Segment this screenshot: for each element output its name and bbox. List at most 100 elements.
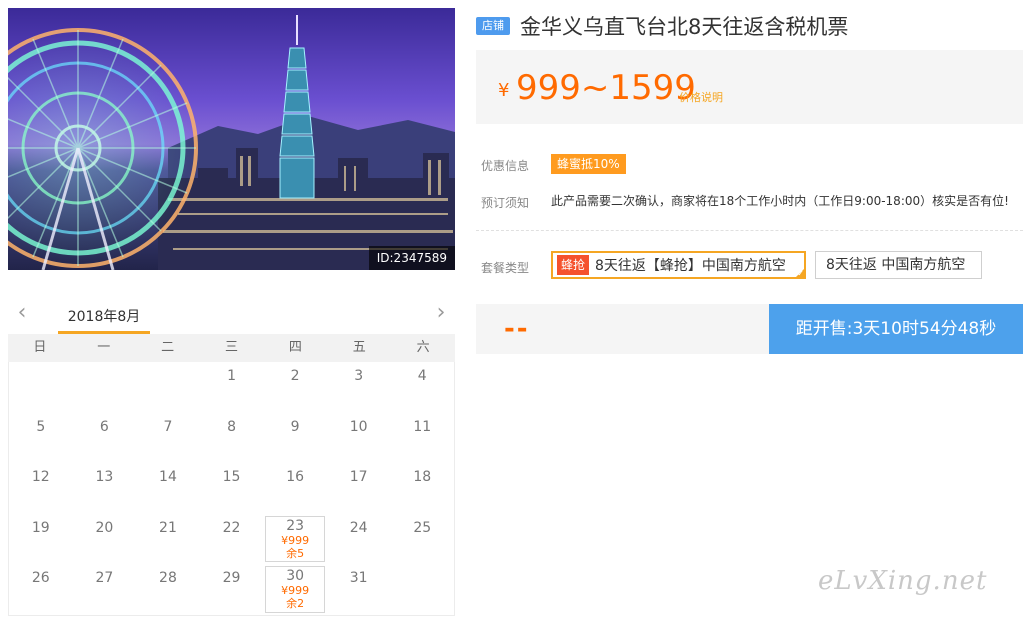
day-number: 5	[36, 418, 46, 435]
weekday-label: 四	[288, 340, 302, 355]
day-number: 10	[349, 418, 368, 435]
day-number: 19	[31, 519, 50, 536]
calendar-week-row: 19 20 21 22 23 ¥999 余5 24 25	[9, 514, 454, 565]
calendar-day	[390, 564, 454, 615]
calendar-month-tab[interactable]: 2018年8月	[58, 300, 150, 334]
day-number: 24	[349, 519, 368, 536]
weekday-label: 二	[161, 340, 175, 355]
check-icon: ✓	[797, 269, 804, 278]
price-note-link[interactable]: 价格说明	[679, 89, 723, 105]
calendar-day	[9, 362, 73, 413]
weekday-header: 日 一 二 三 四 五 六	[8, 334, 455, 362]
day-number: 4	[417, 368, 427, 384]
flash-sale-tag: 蜂抢	[557, 255, 590, 275]
countdown-button[interactable]: 距开售:3天10时54分48秒	[769, 304, 1023, 354]
calendar-day: 25	[390, 514, 454, 565]
package-option-selected[interactable]: 蜂抢 8天往返【蜂抢】中国南方航空 ✓	[551, 251, 806, 279]
promo-tag: 蜂蜜抵10%	[551, 154, 626, 174]
weekday-label: 三	[225, 340, 239, 355]
calendar-day-available[interactable]: 30 ¥999 余2	[263, 564, 327, 615]
calendar-day: 21	[136, 514, 200, 565]
calendar-day: 16	[263, 463, 327, 514]
day-number: 13	[95, 469, 114, 486]
package-option[interactable]: 8天往返 中国南方航空	[815, 251, 982, 279]
photo-id-label: ID:2347589	[368, 246, 455, 270]
day-price: ¥999	[281, 533, 310, 547]
day-number: 18	[413, 469, 432, 486]
day-number: 20	[95, 519, 114, 536]
day-number: 6	[99, 418, 109, 435]
day-number: 28	[159, 570, 177, 587]
calendar-day: 17	[327, 463, 391, 514]
calendar-day: 27	[73, 564, 137, 615]
calendar-day: 6	[73, 413, 137, 464]
weekday-label: 一	[97, 340, 111, 355]
day-number: 25	[413, 519, 432, 536]
price-box: ¥ 999~1599 价格说明	[476, 50, 1023, 124]
calendar-day: 2	[263, 362, 327, 413]
day-remaining: 余5	[286, 546, 305, 560]
day-number: 9	[290, 418, 300, 435]
calendar-day: 14	[136, 463, 200, 514]
day-number: 7	[163, 418, 173, 435]
buy-price-placeholder: --	[504, 314, 530, 344]
calendar-day: 15	[200, 463, 264, 514]
calendar-day: 12	[9, 463, 73, 514]
day-number: 14	[159, 469, 177, 486]
calendar-day: 22	[200, 514, 264, 565]
product-title: 金华义乌直飞台北8天往返含税机票	[520, 15, 849, 39]
day-number: 27	[95, 570, 114, 587]
calendar-day: 10	[327, 413, 391, 464]
price-range: 999~1599	[516, 68, 696, 108]
date-calendar: ‹ 2018年8月 › 日 一 二 三 四 五 六 1 2 3 4 5 6 7 8 9 10 11 1…	[8, 296, 455, 616]
product-photo: ID:2347589	[8, 8, 455, 270]
chevron-left-icon[interactable]: ‹	[12, 302, 32, 326]
site-watermark: eLvXing.net	[818, 566, 988, 596]
calendar-days: 1 2 3 4 5 6 7 8 9 10 11 12 13 14 15 16 17 18 19 20 21 22 23 ¥99…	[8, 362, 455, 616]
calendar-day: 7	[136, 413, 200, 464]
calendar-day: 11	[390, 413, 454, 464]
day-number: 21	[159, 519, 177, 536]
calendar-day: 3	[327, 362, 391, 413]
calendar-day: 20	[73, 514, 137, 565]
buy-bar: -- 距开售:3天10时54分48秒	[476, 304, 1023, 354]
day-number: 31	[349, 570, 368, 587]
day-number: 2	[290, 368, 300, 384]
day-number: 11	[413, 418, 432, 435]
calendar-day: 31	[327, 564, 391, 615]
product-title-row: 店铺 金华义乌直飞台北8天往返含税机票	[476, 12, 848, 40]
calendar-header: ‹ 2018年8月 ›	[8, 296, 455, 334]
taipei-skyline-illustration	[8, 8, 455, 270]
day-number: 1	[227, 368, 236, 384]
calendar-day: 18	[390, 463, 454, 514]
calendar-day: 29	[200, 564, 264, 615]
day-price: ¥999	[281, 584, 310, 598]
calendar-week-row: 5 6 7 8 9 10 11	[9, 413, 454, 464]
calendar-day: 5	[9, 413, 73, 464]
day-number: 22	[222, 519, 241, 536]
package-label: 套餐类型	[481, 261, 530, 275]
calendar-day	[136, 362, 200, 413]
day-number: 16	[286, 469, 305, 486]
calendar-day: 24	[327, 514, 391, 565]
calendar-day: 26	[9, 564, 73, 615]
calendar-day-available[interactable]: 23 ¥999 余5	[263, 514, 327, 565]
chevron-right-icon[interactable]: ›	[431, 302, 451, 326]
day-number: 8	[227, 418, 236, 435]
price-currency: ¥	[498, 80, 510, 101]
calendar-week-row: 26 27 28 29 30 ¥999 余2 31	[9, 564, 454, 615]
calendar-day: 28	[136, 564, 200, 615]
calendar-day: 1	[200, 362, 264, 413]
calendar-day: 9	[263, 413, 327, 464]
day-number: 15	[222, 469, 241, 486]
calendar-day: 8	[200, 413, 264, 464]
promo-label: 优惠信息	[481, 159, 530, 173]
weekday-label: 六	[416, 340, 430, 355]
day-number: 3	[354, 368, 364, 384]
package-option-label: 8天往返【蜂抢】中国南方航空	[595, 258, 786, 274]
day-number: 23	[286, 517, 305, 534]
day-number: 26	[31, 570, 50, 587]
calendar-week-row: 1 2 3 4	[9, 362, 454, 413]
day-number: 30	[286, 568, 305, 585]
day-number: 12	[31, 469, 50, 486]
